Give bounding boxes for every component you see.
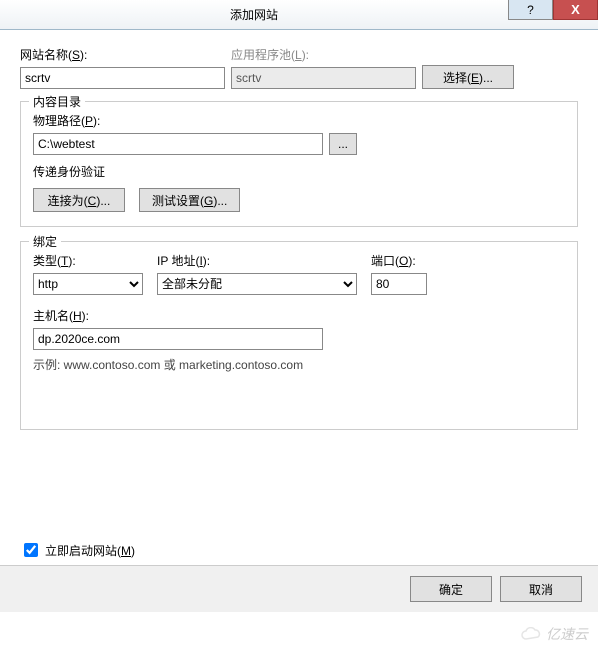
content-dir-fieldset: 内容目录 物理路径(P): ... 传递身份验证 连接为(C)... 测试设置(… <box>20 101 578 227</box>
ip-col: IP 地址(I): 全部未分配 <box>157 252 357 295</box>
port-label: 端口(O): <box>371 252 427 269</box>
site-name-input[interactable] <box>20 67 225 89</box>
type-select[interactable]: http <box>33 273 143 295</box>
binding-legend: 绑定 <box>29 233 61 250</box>
browse-path-button[interactable]: ... <box>329 133 357 155</box>
auth-label: 传递身份验证 <box>33 163 565 180</box>
cancel-button[interactable]: 取消 <box>500 576 582 602</box>
site-name-label: 网站名称(S): <box>20 46 225 63</box>
site-name-col: 网站名称(S): <box>20 46 225 89</box>
binding-fieldset: 绑定 类型(T): http IP 地址(I): 全部未分配 端口(O): 主机… <box>20 241 578 430</box>
ip-label: IP 地址(I): <box>157 252 357 269</box>
select-pool-col: 选择(E)... <box>422 46 514 89</box>
connect-as-button[interactable]: 连接为(C)... <box>33 188 125 212</box>
start-now-row: 立即启动网站(M) <box>20 540 578 560</box>
close-button[interactable]: X <box>553 0 598 20</box>
app-pool-col: 应用程序池(L): scrtv <box>231 46 416 89</box>
type-label: 类型(T): <box>33 252 143 269</box>
port-col: 端口(O): <box>371 252 427 295</box>
test-settings-button[interactable]: 测试设置(G)... <box>139 188 240 212</box>
dialog-body: 网站名称(S): 应用程序池(L): scrtv 选择(E)... 内容目录 物… <box>0 30 598 560</box>
ok-button[interactable]: 确定 <box>410 576 492 602</box>
name-pool-row: 网站名称(S): 应用程序池(L): scrtv 选择(E)... <box>20 46 578 89</box>
help-button[interactable]: ? <box>508 0 553 20</box>
select-pool-button[interactable]: 选择(E)... <box>422 65 514 89</box>
dialog-title: 添加网站 <box>0 6 508 23</box>
app-pool-field: scrtv <box>231 67 416 89</box>
hostname-label: 主机名(H): <box>33 307 323 324</box>
hostname-input[interactable] <box>33 328 323 350</box>
path-row: 物理路径(P): ... <box>33 112 565 155</box>
titlebar-buttons: ? X <box>508 0 598 29</box>
cloud-icon <box>520 627 542 641</box>
physical-path-input[interactable] <box>33 133 323 155</box>
title-bar: 添加网站 ? X <box>0 0 598 30</box>
start-now-label: 立即启动网站(M) <box>45 542 135 559</box>
hostname-example: 示例: www.contoso.com 或 marketing.contoso.… <box>33 356 565 373</box>
dialog-footer: 确定 取消 <box>0 565 598 612</box>
physical-path-label: 物理路径(P): <box>33 112 565 129</box>
content-dir-legend: 内容目录 <box>29 93 85 110</box>
port-input[interactable] <box>371 273 427 295</box>
watermark: 亿速云 <box>520 624 588 644</box>
ip-select[interactable]: 全部未分配 <box>157 273 357 295</box>
app-pool-label: 应用程序池(L): <box>231 46 416 63</box>
type-col: 类型(T): http <box>33 252 143 295</box>
hostname-col: 主机名(H): <box>33 307 323 350</box>
start-now-checkbox[interactable] <box>24 543 38 557</box>
